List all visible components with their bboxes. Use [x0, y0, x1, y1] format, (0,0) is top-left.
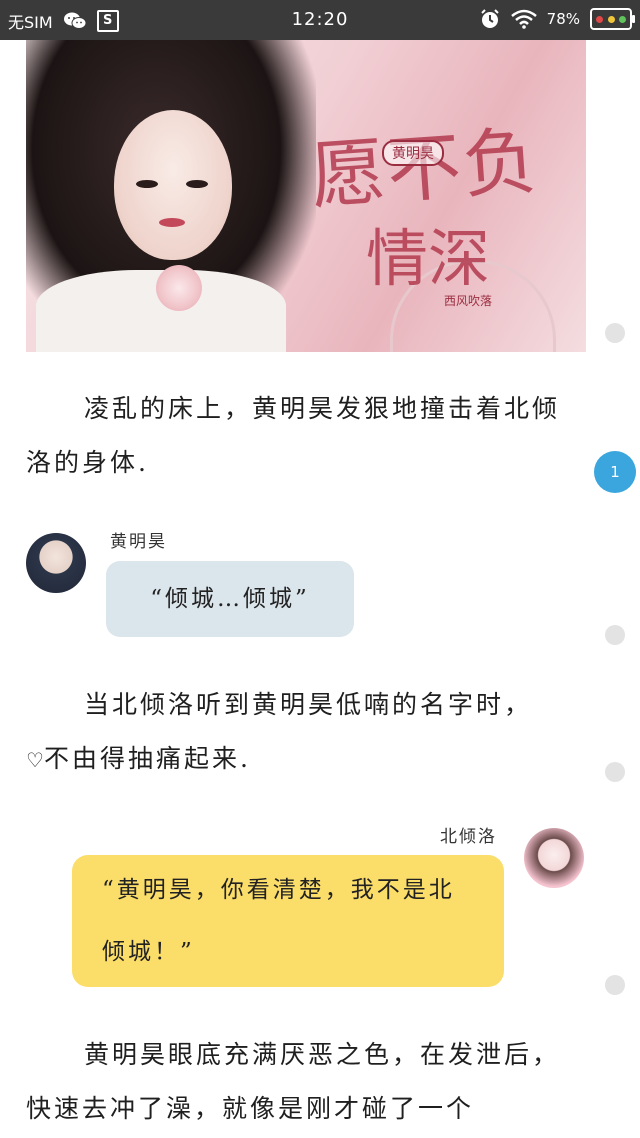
- scroll-dot[interactable]: [605, 975, 625, 995]
- cover-eye-right: [186, 180, 208, 188]
- alarm-icon: [479, 8, 501, 30]
- scroll-dot[interactable]: [605, 762, 625, 782]
- scroll-dot[interactable]: [605, 625, 625, 645]
- scroll-dot[interactable]: [605, 323, 625, 343]
- paragraph-text: 当北倾洛听到黄明昊低喃的名字时，: [84, 690, 533, 719]
- chat-bubble-left: “倾城…倾城”: [106, 561, 354, 637]
- cover-face: [114, 110, 232, 260]
- story-paragraph: 凌乱的床上，黄明昊发狠地撞击着北倾洛的身体.: [26, 382, 582, 490]
- avatar-bei-qingluo[interactable]: [524, 828, 584, 888]
- cover-name-stamp: 黄明昊: [382, 140, 444, 166]
- cover-lips: [159, 218, 185, 227]
- status-right: 78%: [479, 8, 635, 30]
- cover-caption: 西风吹落: [444, 294, 493, 308]
- story-paragraph: 黄明昊眼底充满厌恶之色，在发泄后，快速去冲了澡，就像是刚才碰了一个: [26, 1028, 582, 1136]
- avatar-huang-minghao[interactable]: [26, 533, 86, 593]
- heart-icon: ♡: [26, 748, 44, 772]
- cover-title-line2: 情深: [366, 222, 491, 295]
- cover-rose: [156, 265, 202, 311]
- status-bar: 无SIM S 12:20 78%: [0, 0, 640, 40]
- story-paragraph: 当北倾洛听到黄明昊低喃的名字时， ♡不由得抽痛起来.: [26, 678, 582, 787]
- speaker-name: 北倾洛: [440, 827, 497, 847]
- paragraph-text: 凌乱的床上，黄明昊发狠地撞击着北倾洛的身体.: [26, 394, 561, 477]
- chat-bubble-right: “黄明昊，你看清楚，我不是北倾城！”: [72, 855, 504, 987]
- cover-title-line1: 愿不负: [308, 118, 542, 220]
- wifi-icon: [510, 9, 537, 29]
- cover-image: 愿不负 情深 黄明昊 西风吹落: [26, 40, 586, 352]
- paragraph-text: 黄明昊眼底充满厌恶之色，在发泄后，快速去冲了澡，就像是刚才碰了一个: [26, 1040, 561, 1123]
- battery-percent: 78%: [546, 10, 580, 28]
- paragraph-text: 不由得抽痛起来.: [43, 744, 251, 773]
- battery-icon: [590, 8, 635, 30]
- speaker-name: 黄明昊: [110, 532, 167, 552]
- scroll-dot-active[interactable]: 1: [594, 451, 636, 493]
- cover-eye-left: [136, 180, 158, 188]
